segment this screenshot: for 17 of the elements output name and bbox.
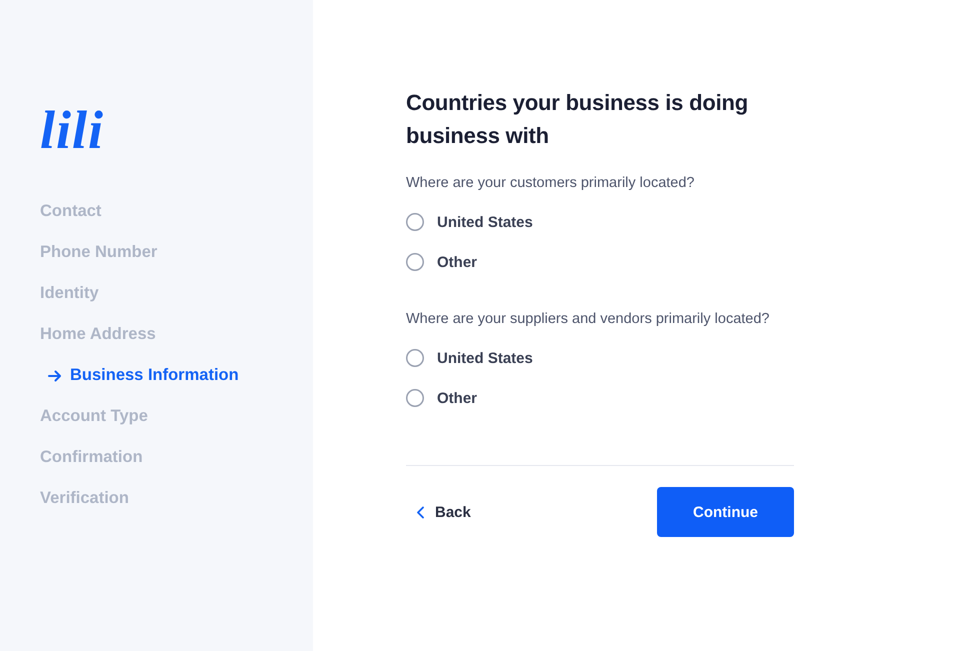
back-button[interactable]: Back xyxy=(406,504,471,520)
chevron-left-icon xyxy=(416,506,425,518)
radio-button[interactable] xyxy=(406,389,424,407)
logo: lili xyxy=(40,100,104,160)
radio-button[interactable] xyxy=(406,213,424,231)
continue-button[interactable]: Continue xyxy=(657,487,794,537)
option-label[interactable]: Other xyxy=(437,254,478,270)
form-title: Countries your business is doing business with xyxy=(406,89,749,150)
step-item[interactable]: Business Information xyxy=(40,355,313,396)
option-label[interactable]: United States xyxy=(437,350,533,366)
question-text: Where are your suppliers and vendors primarily located? xyxy=(406,310,770,329)
option-label[interactable]: United States xyxy=(437,214,533,230)
option-label[interactable]: Other xyxy=(437,390,478,406)
arrow-icon xyxy=(48,370,62,382)
question-text: Where are your customers primarily located? xyxy=(406,174,696,193)
radio-button[interactable] xyxy=(406,349,424,367)
radio-button[interactable] xyxy=(406,253,424,271)
